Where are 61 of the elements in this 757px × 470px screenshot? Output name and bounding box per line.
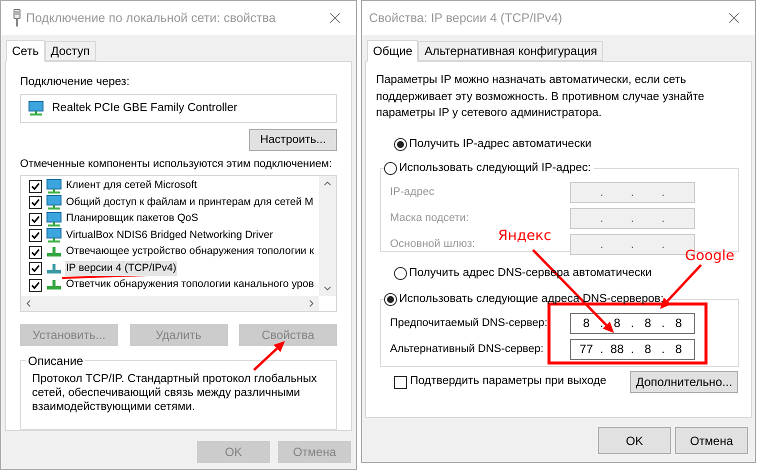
advanced-button[interactable]: Дополнительно... bbox=[630, 371, 738, 393]
configure-button[interactable]: Настроить... bbox=[249, 129, 337, 152]
vertical-scrollbar[interactable] bbox=[319, 176, 336, 296]
network-computer-icon bbox=[46, 212, 62, 226]
checkbox[interactable] bbox=[29, 278, 42, 292]
field-label: Альтернативный DNS-сервер: bbox=[390, 342, 544, 357]
protocol-icon bbox=[46, 264, 62, 274]
checkbox[interactable] bbox=[29, 196, 42, 209]
window-title: Подключение по локальной сети: свойства bbox=[26, 10, 276, 27]
list-item[interactable]: Ответчик обнаружения топологии канального уров bbox=[65, 277, 315, 293]
list-item[interactable]: Клиент для сетей Microsoft bbox=[65, 178, 198, 194]
protocol-icon bbox=[46, 280, 62, 290]
ip-address-field[interactable]: 77 . 88 . 8 . 8 bbox=[570, 338, 695, 360]
list-item[interactable]: Общий доступ к файлам и принтерам для сетей M bbox=[65, 194, 314, 210]
radio-button[interactable] bbox=[384, 293, 397, 306]
section-label: Отмеченные компоненты используются этим подключением: bbox=[20, 157, 334, 172]
checkbox[interactable] bbox=[29, 229, 42, 242]
checkbox[interactable] bbox=[29, 212, 42, 226]
checkbox[interactable] bbox=[29, 180, 42, 192]
field-label: Основной шлюз: bbox=[390, 236, 476, 252]
radio-label[interactable]: Использовать следующие адреса DNS-серверов: bbox=[399, 291, 664, 308]
description-text: Протокол TCP/IP. Стандартный протокол глобальных сетей, обеспечивающий связь между различными взаимодействующими сетями. bbox=[32, 372, 318, 414]
tab[interactable]: Альтернативная конфигурация bbox=[418, 41, 604, 61]
tab[interactable]: Доступ bbox=[44, 41, 96, 61]
checkbox[interactable] bbox=[29, 246, 42, 258]
tab[interactable]: Сеть bbox=[6, 40, 45, 62]
horizontal-scrollbar[interactable] bbox=[21, 296, 319, 311]
intro-text: Параметры IP можно назначать автоматически, если сеть поддерживает эту возможность. В противном случае узнайте параметры IP у сетевого администратора. bbox=[376, 73, 706, 121]
annotation-label: Яндекс bbox=[498, 229, 552, 243]
ip-address-field[interactable]: . . . bbox=[570, 182, 695, 202]
network-computer-icon bbox=[46, 178, 62, 194]
network-computer-icon bbox=[46, 195, 62, 210]
tab[interactable]: Общие bbox=[367, 40, 418, 62]
radio-button[interactable] bbox=[394, 266, 407, 280]
adapter-field: Realtek PCIe GBE Family Controller bbox=[20, 94, 337, 124]
protocol-icon bbox=[46, 247, 62, 257]
dialog-button[interactable]: Отмена bbox=[675, 427, 748, 454]
checkbox-label[interactable]: Подтвердить параметры при выходе bbox=[410, 373, 606, 391]
group-title: Описание bbox=[27, 352, 84, 370]
section-label: Подключение через: bbox=[20, 75, 131, 90]
radio-label[interactable]: Использовать следующий IP-адрес: bbox=[399, 160, 591, 177]
radio-button[interactable] bbox=[394, 138, 407, 151]
field-label: Предпочитаемый DNS-сервер: bbox=[390, 316, 548, 331]
cable-plug-icon bbox=[12, 9, 22, 27]
list-item[interactable]: Отвечающее устройство обнаружения топологии к bbox=[65, 244, 315, 260]
network-computer-icon bbox=[46, 228, 62, 243]
radio-label[interactable]: Получить IP-адрес автоматически bbox=[409, 136, 592, 153]
window-title: Свойства: IP версии 4 (TCP/IPv4) bbox=[369, 10, 562, 27]
list-item[interactable]: Планировщик пакетов QoS bbox=[65, 211, 200, 227]
radio-button[interactable] bbox=[384, 162, 397, 175]
field-label: IP-адрес bbox=[390, 184, 434, 200]
list-item[interactable]: IP версии 4 (TCP/IPv4) bbox=[65, 260, 178, 276]
network-computer-icon bbox=[28, 101, 44, 116]
field-label: Маска подсети: bbox=[390, 210, 469, 226]
list-item[interactable]: VirtualBox NDIS6 Bridged Networking Driver bbox=[65, 228, 274, 244]
arrow bbox=[253, 341, 285, 371]
checkbox[interactable] bbox=[394, 376, 407, 388]
ip-address-field[interactable]: 8 . 8 . 8 . 8 bbox=[570, 312, 695, 334]
ip-address-field[interactable]: . . . bbox=[570, 208, 695, 228]
checkbox[interactable] bbox=[29, 262, 42, 275]
dialog-button[interactable]: OK bbox=[598, 427, 671, 454]
